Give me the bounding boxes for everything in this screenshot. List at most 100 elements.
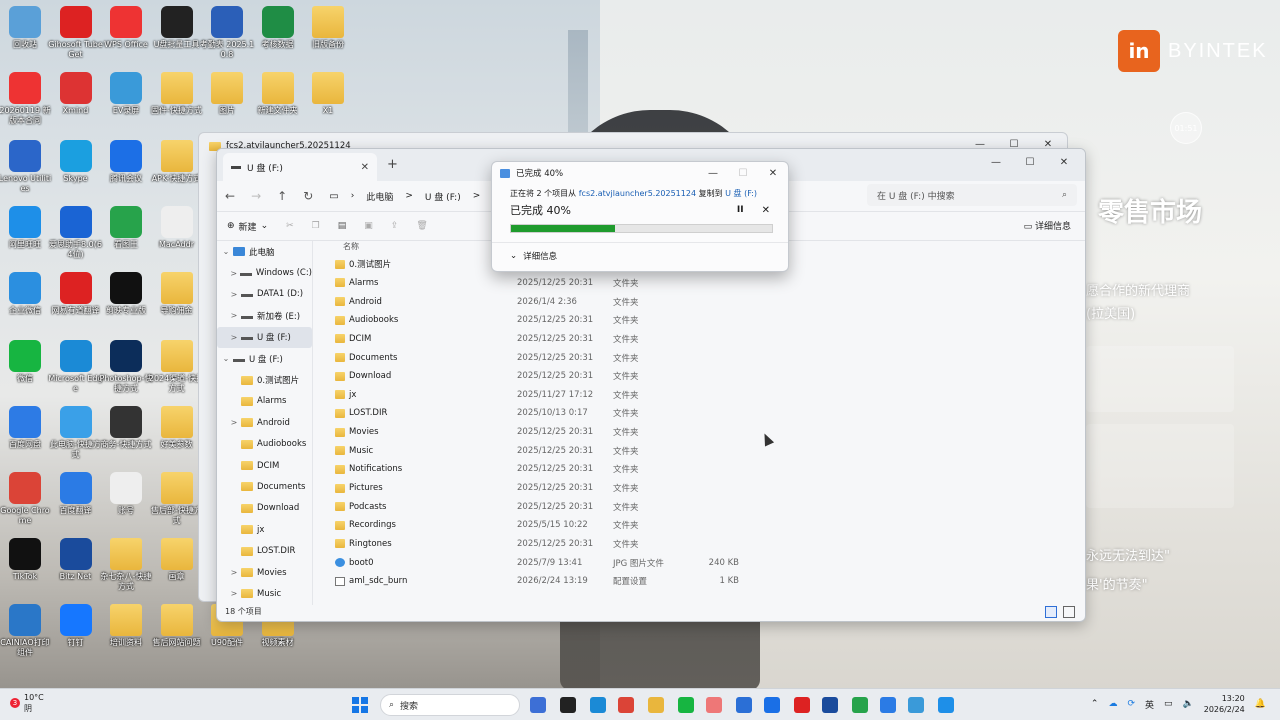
desktop-icon[interactable]: 售后网站问题 — [149, 604, 205, 648]
nav-item[interactable]: Alarms — [217, 391, 312, 412]
desktop-icon[interactable]: 考核数据 — [250, 6, 306, 50]
desktop-icon[interactable]: 固件-快捷方式 — [149, 72, 205, 116]
file-row[interactable]: jx 2025/11/27 17:12 文件夹 — [327, 385, 1077, 404]
back-arrow-icon[interactable]: ← — [225, 189, 235, 203]
desktop-icon[interactable]: 网易有道翻译 — [48, 272, 104, 316]
taskbar-app-icon[interactable] — [908, 697, 924, 713]
taskbar-app-icon[interactable] — [618, 697, 634, 713]
tab-u-drive[interactable]: U 盘 (F:) ✕ — [223, 153, 377, 181]
desktop-icon[interactable]: 画章 — [149, 538, 205, 582]
chevron-icon[interactable]: > — [227, 269, 240, 278]
desktop-icon[interactable]: 图片 — [199, 72, 255, 116]
taskbar-app-icon[interactable] — [560, 697, 576, 713]
desktop-icon[interactable]: Photoshop-快捷方式 — [98, 340, 154, 394]
desktop-icon[interactable]: 百度翻译 — [48, 472, 104, 516]
file-row[interactable]: Download 2025/12/25 20:31 文件夹 — [327, 367, 1077, 386]
file-row[interactable]: Audiobooks 2025/12/25 20:31 文件夹 — [327, 311, 1077, 330]
start-button[interactable] — [352, 697, 368, 713]
taskbar-app-icon[interactable] — [736, 697, 752, 713]
nav-item[interactable]: Download — [217, 498, 312, 519]
desktop-icon[interactable]: 钉钉 — [48, 604, 104, 648]
desktop-icon[interactable]: Xmind — [48, 72, 104, 116]
breadcrumb-item[interactable]: U 盘 (F:) — [425, 190, 461, 203]
new-button[interactable]: ⊕ 新建 ⌄ — [227, 220, 268, 233]
file-row[interactable]: Documents 2025/12/25 20:31 文件夹 — [327, 348, 1077, 367]
taskbar-app-icon[interactable] — [764, 697, 780, 713]
taskbar-app-icon[interactable] — [678, 697, 694, 713]
nav-item[interactable]: Documents — [217, 476, 312, 497]
nav-item[interactable]: 0.测试图片 — [217, 369, 312, 390]
nav-item[interactable]: DCIM — [217, 455, 312, 476]
nav-item[interactable]: > Windows (C:) — [217, 262, 312, 283]
file-row[interactable]: Notifications 2025/12/25 20:31 文件夹 — [327, 460, 1077, 479]
taskbar-search[interactable]: ⌕ 搜索 — [380, 694, 520, 716]
desktop-icon[interactable]: 导购佣金 — [149, 272, 205, 316]
desktop-icon[interactable]: 售后部-快捷方式 — [149, 472, 205, 526]
desktop-icon[interactable]: 此电脑-快捷方式 — [48, 406, 104, 460]
delete-icon[interactable]: 🗑 — [416, 221, 427, 231]
nav-item[interactable]: Audiobooks — [217, 434, 312, 455]
file-row[interactable]: aml_sdc_burn 2026/2/24 13:19 配置设置 1 KB — [327, 572, 1077, 591]
rename-icon[interactable]: ▣ — [364, 221, 373, 231]
desktop-icon[interactable]: 回收站 — [0, 6, 53, 50]
volume-icon[interactable]: 🔈 — [1183, 699, 1194, 709]
file-row[interactable]: Music 2025/12/25 20:31 文件夹 — [327, 441, 1077, 460]
desktop-icon[interactable]: EV录屏 — [98, 72, 154, 116]
file-row[interactable]: DCIM 2025/12/25 20:31 文件夹 — [327, 330, 1077, 349]
nav-item[interactable]: > U 盘 (F:) — [217, 326, 312, 348]
nav-item[interactable]: > 新加卷 (E:) — [217, 305, 312, 326]
weather-widget[interactable]: 3 10°C 阴 — [10, 692, 44, 714]
desktop-icon[interactable]: TikTok — [0, 538, 53, 582]
nav-item[interactable]: jx — [217, 519, 312, 540]
cut-icon[interactable]: ✂ — [286, 221, 294, 231]
close-button[interactable]: ✕ — [1047, 151, 1081, 173]
desktop-icon[interactable]: 旧版备份 — [300, 6, 356, 50]
chevron-icon[interactable]: ⌄ — [219, 354, 233, 363]
minimize-button[interactable]: — — [979, 151, 1013, 173]
floating-clock-bubble[interactable]: 01:51 — [1170, 112, 1202, 144]
taskbar-app-icon[interactable] — [794, 697, 810, 713]
file-row[interactable]: Ringtones 2025/12/25 20:31 文件夹 — [327, 535, 1077, 554]
nav-item[interactable]: > Music — [217, 583, 312, 604]
file-row[interactable]: Pictures 2025/12/25 20:31 文件夹 — [327, 479, 1077, 498]
maximize-button[interactable]: ☐ — [1013, 151, 1047, 173]
nav-item[interactable]: > DATA1 (D:) — [217, 284, 312, 305]
notification-bell-icon[interactable]: 🔔 — [1255, 699, 1266, 709]
desktop-icon[interactable]: 账号 — [98, 472, 154, 516]
breadcrumb-item[interactable]: 此电脑 — [366, 190, 393, 203]
stop-button[interactable]: ✕ — [762, 205, 770, 216]
desktop-icon[interactable]: Microsoft Edge — [48, 340, 104, 394]
file-row[interactable]: Recordings 2025/5/15 10:22 文件夹 — [327, 516, 1077, 535]
chevron-icon[interactable]: > — [227, 311, 241, 320]
sync-icon[interactable]: ⟳ — [1127, 699, 1135, 709]
desktop-icon[interactable]: 腾讯会议 — [98, 140, 154, 184]
desktop-icon[interactable]: 阿里旺旺 — [0, 206, 53, 250]
desktop-icon[interactable]: Lenovo Utilities — [0, 140, 53, 194]
file-row[interactable]: LOST.DIR 2025/10/13 0:17 文件夹 — [327, 404, 1077, 423]
chevron-icon[interactable]: > — [227, 418, 241, 427]
desktop-icon[interactable]: 好美参数 — [149, 406, 205, 450]
taskbar-app-icon[interactable] — [880, 697, 896, 713]
desktop-icon[interactable]: 培训资料 — [98, 604, 154, 648]
nav-item[interactable]: > Android — [217, 412, 312, 433]
taskbar-app-icon[interactable] — [530, 697, 546, 713]
pause-button[interactable]: II — [737, 205, 744, 215]
desktop-icon[interactable]: Skype — [48, 140, 104, 184]
nav-item[interactable]: ⌄ 此电脑 — [217, 241, 312, 262]
file-row[interactable]: Alarms 2025/12/25 20:31 文件夹 — [327, 274, 1077, 293]
desktop-icon[interactable]: 企业微信 — [0, 272, 53, 316]
copy-icon[interactable]: ❐ — [312, 221, 320, 231]
chevron-icon[interactable]: > — [227, 589, 241, 598]
forward-arrow-icon[interactable]: → — [251, 189, 261, 203]
desktop-icon[interactable]: 考勤表 2025.10.8 — [199, 6, 255, 60]
details-button[interactable]: ▭ 详细信息 — [1024, 219, 1071, 232]
desktop-icon[interactable]: 2024渠道-快捷方式 — [149, 340, 205, 394]
more-details-toggle[interactable]: ⌄ 详细信息 — [510, 250, 557, 262]
maximize-button[interactable]: ☐ — [728, 168, 758, 179]
breadcrumb[interactable]: ▭ › 此电脑 > U 盘 (F:) > — [329, 190, 480, 203]
desktop-icon[interactable]: 杂七杂八-快捷方式 — [98, 538, 154, 592]
refresh-icon[interactable]: ↻ — [303, 189, 313, 203]
clock[interactable]: 13:20 2026/2/24 — [1204, 693, 1245, 715]
taskbar-app-icon[interactable] — [590, 697, 606, 713]
file-row[interactable]: Podcasts 2025/12/25 20:31 文件夹 — [327, 497, 1077, 516]
